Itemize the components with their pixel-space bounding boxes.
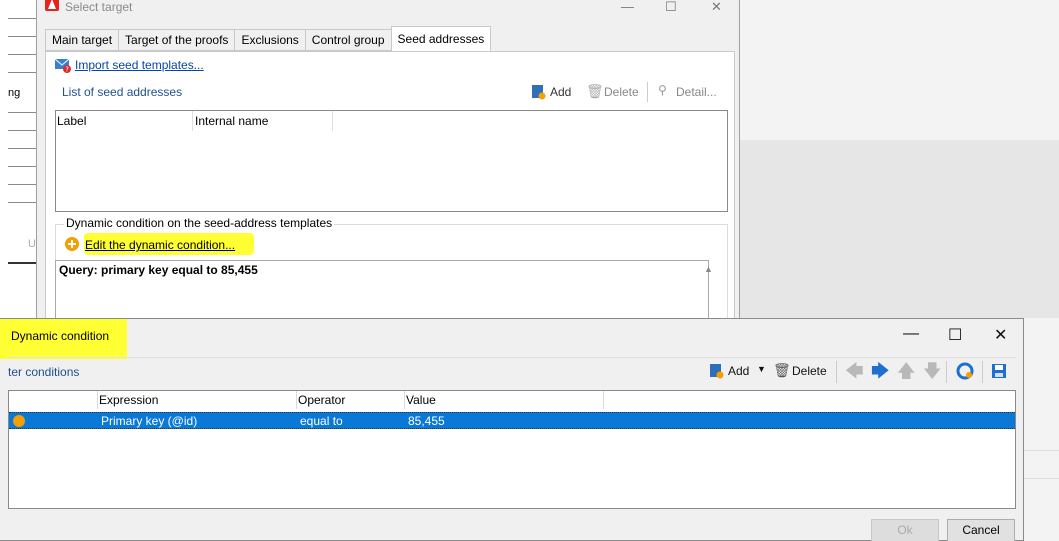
seed-addresses-panel: ? Import seed templates... List of seed …: [45, 51, 735, 344]
select-target-dialog: Select target — ☐ ✕ Main target Target o…: [36, 0, 740, 344]
conditions-grid[interactable]: Expression Operator Value Primary key (@…: [8, 390, 1016, 509]
svg-text:?: ?: [65, 66, 69, 74]
chevron-down-icon[interactable]: ▼: [757, 364, 766, 374]
minimize-icon[interactable]: —: [903, 325, 919, 343]
arrow-up-icon[interactable]: 🡅: [897, 359, 916, 389]
close-icon[interactable]: ✕: [711, 0, 722, 15]
add-seed-button[interactable]: Add: [550, 85, 571, 99]
condition-status-icon: [13, 415, 25, 427]
dynamic-condition-dialog: Dynamic condition — ☐ ✕ ter conditions A…: [0, 318, 1024, 541]
row-expression: Primary key (@id): [101, 414, 198, 428]
tab-exclusions[interactable]: Exclusions: [234, 29, 305, 51]
filter-conditions-label: ter conditions: [8, 365, 80, 379]
column-header-expression[interactable]: Expression: [99, 393, 158, 407]
add-icon: [532, 85, 546, 100]
column-header-label[interactable]: Label: [57, 114, 86, 128]
arrow-down-icon[interactable]: 🡇: [923, 359, 942, 389]
dialog-title: Select target: [65, 0, 133, 14]
arrow-left-icon[interactable]: 🡄: [845, 359, 864, 389]
trash-icon: 🗑: [773, 362, 791, 378]
save-icon[interactable]: [991, 363, 1007, 379]
dynamic-condition-group-label: Dynamic condition on the seed-address te…: [64, 216, 335, 230]
tab-main-target[interactable]: Main target: [45, 29, 119, 51]
refresh-target-icon[interactable]: [956, 362, 974, 380]
add-icon: [710, 364, 724, 379]
column-header-internal-name[interactable]: Internal name: [195, 114, 268, 128]
list-title: List of seed addresses: [62, 85, 183, 99]
ok-button[interactable]: Ok: [871, 519, 939, 541]
detail-button[interactable]: Detail...: [676, 85, 717, 99]
cancel-button[interactable]: Cancel: [947, 519, 1015, 541]
background-label: ng: [8, 87, 21, 99]
column-header-operator[interactable]: Operator: [298, 393, 345, 407]
table-row[interactable]: Primary key (@id) equal to 85,455: [9, 412, 1015, 429]
close-icon[interactable]: ✕: [994, 325, 1007, 345]
maximize-icon[interactable]: ☐: [948, 325, 962, 345]
background-area: [1024, 318, 1059, 541]
delete-condition-button[interactable]: Delete: [792, 364, 827, 378]
dialog-title: Dynamic condition: [11, 329, 110, 343]
tab-target-of-proofs[interactable]: Target of the proofs: [118, 29, 235, 51]
magnifier-icon: ⚲: [658, 83, 667, 97]
arrow-right-icon[interactable]: 🡆: [871, 359, 890, 389]
row-operator: equal to: [300, 414, 343, 428]
add-circle-icon: [65, 237, 79, 251]
column-header-value[interactable]: Value: [406, 393, 436, 407]
minimize-icon[interactable]: —: [621, 0, 634, 14]
seed-address-list[interactable]: Label Internal name: [55, 110, 728, 212]
tab-seed-addresses[interactable]: Seed addresses: [390, 26, 492, 51]
import-envelope-icon: ?: [54, 58, 71, 74]
row-value: 85,455: [408, 414, 445, 428]
edit-dynamic-condition-link[interactable]: Edit the dynamic condition...: [85, 238, 235, 252]
maximize-icon[interactable]: ☐: [665, 0, 677, 15]
import-seed-templates-link[interactable]: Import seed templates...: [75, 58, 204, 72]
tab-bar: Main target Target of the proofs Exclusi…: [45, 26, 492, 51]
background-area: [740, 140, 1059, 320]
background-area: [740, 0, 1059, 140]
scroll-up-icon[interactable]: ▲: [704, 264, 713, 274]
delete-seed-button[interactable]: Delete: [604, 85, 639, 99]
background-tab-label: U: [28, 238, 36, 250]
adobe-logo-icon: [45, 0, 59, 11]
trash-icon: 🗑: [586, 83, 604, 99]
query-text-area[interactable]: Query: primary key equal to 85,455: [55, 260, 709, 320]
toolbar: [8, 357, 1016, 389]
add-condition-button[interactable]: Add: [728, 364, 749, 378]
tab-control-group[interactable]: Control group: [304, 29, 391, 51]
